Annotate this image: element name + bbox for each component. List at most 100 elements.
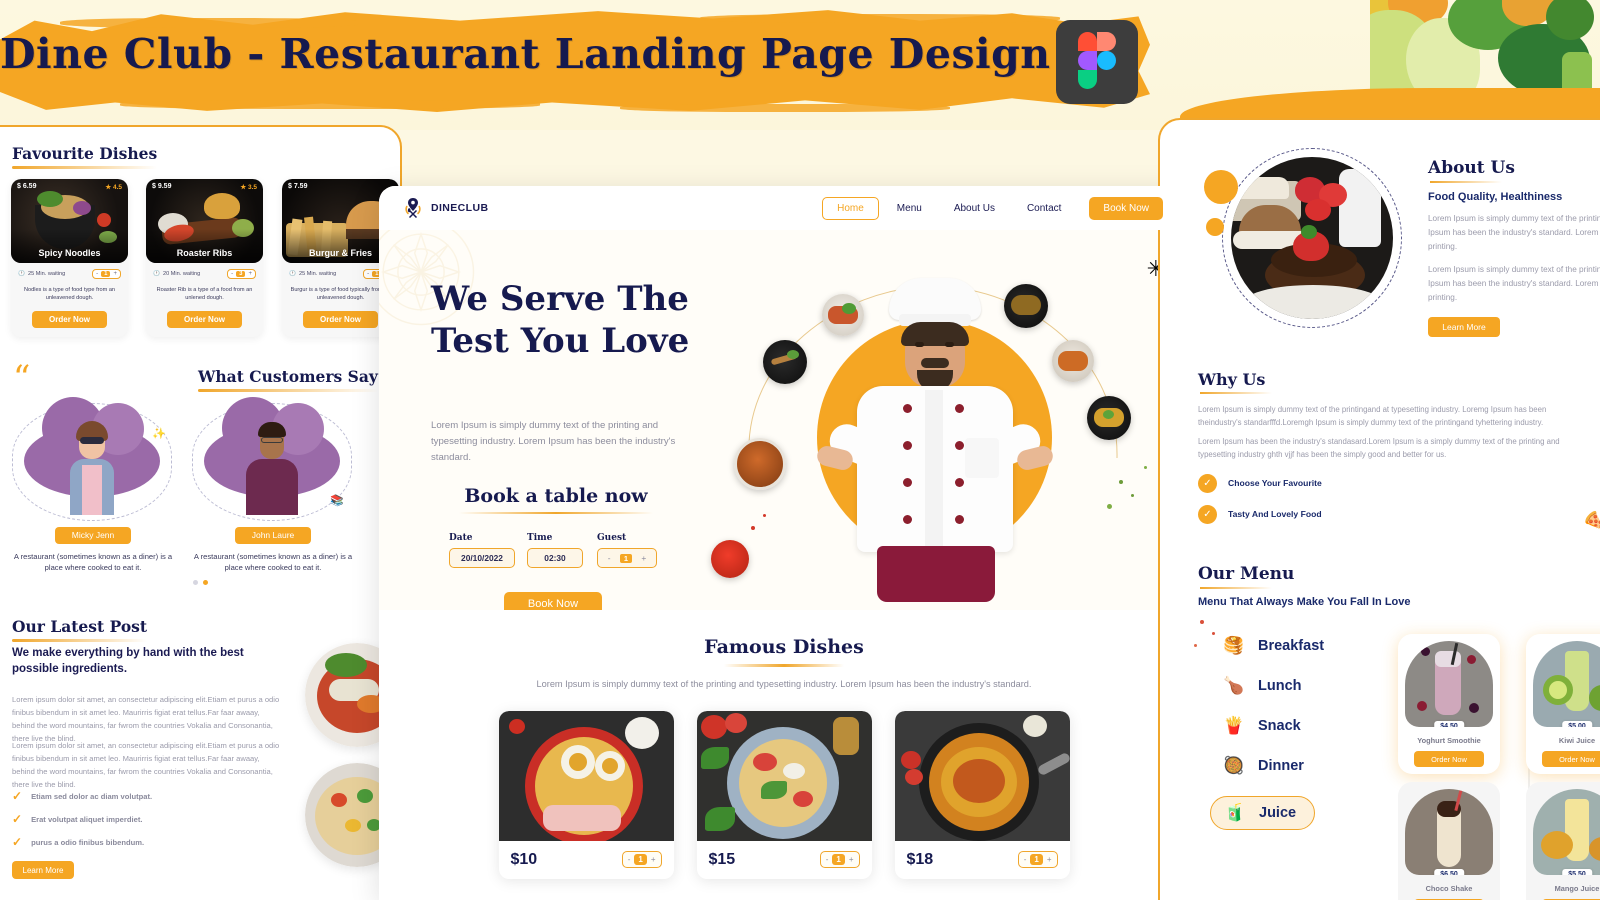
time-input[interactable]: 02:30 — [527, 548, 583, 568]
product-photo: $5.50 — [1533, 789, 1600, 875]
favourite-dish-card[interactable]: $ 6.59 ★ 4.5 Spicy Noodles 🕐 25 Min. wai… — [11, 179, 128, 337]
quantity-stepper[interactable]: - 3 + — [227, 269, 256, 279]
accent-dot — [1206, 218, 1224, 236]
menu-product-card[interactable]: $5.50 Mango Juice Order Now — [1526, 782, 1600, 900]
decrement-button[interactable]: - — [628, 855, 631, 864]
menu-product-card[interactable]: $5.00 Kiwi Juice Order Now — [1526, 634, 1600, 774]
quantity-stepper[interactable]: - 1 + — [819, 851, 860, 869]
famous-dishes-subtitle: Lorem Ipsum is simply dummy text of the … — [536, 679, 1032, 689]
learn-more-button[interactable]: Learn More — [12, 861, 74, 879]
nav-link-about-us[interactable]: About Us — [940, 198, 1009, 219]
menu-item-juice[interactable]: 🧃 Juice — [1210, 796, 1316, 830]
quantity-value: 3 — [236, 271, 246, 277]
decrement-button[interactable]: - — [826, 855, 829, 864]
logo-text: DINECLUB — [431, 202, 489, 214]
product-name: Kiwi Juice — [1558, 736, 1596, 745]
guest-increment-button[interactable]: + — [641, 553, 646, 563]
quantity-stepper[interactable]: - 1 + — [621, 851, 662, 869]
sprinkle — [1200, 620, 1204, 624]
increment-button[interactable]: + — [1047, 855, 1052, 864]
quantity-stepper[interactable]: - 1 + — [1017, 851, 1058, 869]
chef-illustration: ✳ — [689, 248, 1179, 608]
product-price: $4.50 — [1434, 721, 1464, 727]
dish-price: $15 — [708, 850, 736, 868]
logo[interactable]: DINECLUB — [403, 197, 488, 219]
dish-description: Roaster Rib is a type of a food from an … — [156, 287, 253, 302]
why-us-paragraph: Lorem Ipsum is simply dummy text of the … — [1198, 405, 1547, 427]
date-input[interactable]: 20/10/2022 — [449, 548, 515, 568]
increment-button[interactable]: + — [248, 271, 252, 277]
product-price: $5.00 — [1562, 721, 1592, 727]
why-us-paragraph: Lorem Ipsum has been the industry's stan… — [1198, 437, 1560, 459]
nav-book-now-button[interactable]: Book Now — [1089, 196, 1163, 220]
why-us-title: Why Us — [1198, 370, 1273, 394]
figma-logo-icon — [1078, 32, 1097, 51]
decrement-button[interactable]: - — [96, 271, 98, 277]
increment-button[interactable]: + — [849, 855, 854, 864]
about-us-title: About Us — [1428, 158, 1515, 183]
order-now-button[interactable]: Order Now — [32, 310, 107, 328]
time-field-group: Time 02:30 — [527, 533, 583, 568]
latest-post-headline: We make everything by hand with the best… — [12, 647, 244, 676]
product-order-button[interactable]: Order Now — [1414, 751, 1484, 767]
our-menu-block: Our Menu Menu That Always Make You Fall … — [1198, 564, 1528, 608]
brush-streak — [700, 14, 1060, 23]
dish-name: Burgur & Fries — [308, 248, 372, 258]
about-learn-more-button[interactable]: Learn More — [1428, 316, 1500, 337]
food-bowl — [1087, 396, 1131, 440]
famous-dish-card[interactable]: $18 - 1 + — [894, 710, 1070, 879]
dish-photo — [498, 710, 674, 841]
nav-links: Home Menu About Us Contact Book Now — [822, 196, 1163, 220]
sprinkle — [751, 526, 755, 530]
guest-decrement-button[interactable]: - — [608, 553, 611, 563]
date-field-group: Date 20/10/2022 — [449, 533, 515, 568]
decrement-button[interactable]: - — [1024, 855, 1027, 864]
famous-dish-card[interactable]: $10 - 1 + — [498, 710, 674, 879]
nav-link-menu[interactable]: Menu — [883, 198, 936, 219]
order-now-button[interactable]: Order Now — [303, 310, 378, 328]
sprinkle — [1119, 480, 1123, 484]
brush-streak — [120, 100, 540, 109]
breakfast-icon: 🥞 — [1223, 636, 1245, 655]
menu-item-label: Lunch — [1258, 678, 1302, 694]
decrement-button[interactable]: - — [367, 271, 369, 277]
page-title: Dine Club - Restaurant Landing Page Desi… — [0, 30, 1051, 78]
famous-dish-card[interactable]: $15 - 1 + — [696, 710, 872, 879]
decrement-button[interactable]: - — [231, 271, 233, 277]
order-now-button[interactable]: Order Now — [167, 310, 242, 328]
dish-price: $18 — [906, 850, 934, 868]
nav-link-contact[interactable]: Contact — [1013, 198, 1075, 219]
increment-button[interactable]: + — [113, 271, 117, 277]
customer-name-chip[interactable]: Micky Jenn — [55, 527, 131, 544]
carousel-dots[interactable] — [0, 580, 400, 585]
hero-book-now-button[interactable]: Book Now — [504, 592, 602, 610]
dish-price-bar: $15 - 1 + — [697, 841, 872, 879]
about-us-subtitle: Food Quality, Healthiness — [1428, 191, 1563, 203]
rating-value: 3.5 — [247, 184, 257, 191]
dish-meta: 🕐 20 Min. waiting - 3 + — [146, 263, 263, 279]
about-us-paragraph: Lorem Ipsum is simply dummy text of the … — [1428, 264, 1600, 302]
latest-post-paragraph: Lorem ipsum dolor sit amet, an consectet… — [12, 695, 280, 744]
nav-link-home[interactable]: Home — [822, 196, 879, 220]
increment-button[interactable]: + — [651, 855, 656, 864]
carousel-dot[interactable] — [192, 580, 198, 585]
dish-wait-time: 🕐 25 Min. waiting — [289, 271, 336, 277]
rating-value: 4.5 — [112, 184, 122, 191]
customer-name-chip[interactable]: John Laure — [235, 527, 311, 544]
books-icon: 📚 — [330, 495, 344, 507]
accent-dot — [1204, 170, 1238, 204]
dish-price: $ 6.59 — [17, 183, 37, 190]
menu-product-card[interactable]: $4.50 Yoghurt Smoothie Order Now — [1398, 634, 1500, 774]
latest-post-title: Our Latest Post — [12, 617, 148, 642]
dish-price: $ 7.59 — [288, 183, 308, 190]
guest-stepper[interactable]: - 1 + — [597, 548, 657, 568]
latest-post-checklist: ✓ Etiam sed dolor ac diam volutpat. ✓ Er… — [12, 779, 152, 879]
favourite-dish-card[interactable]: $ 9.59 ★ 3.5 Roaster Ribs 🕐 20 Min. wait… — [146, 179, 263, 337]
quantity-stepper[interactable]: - 1 + — [92, 269, 121, 279]
dish-price-bar: $18 - 1 + — [895, 841, 1070, 879]
menu-product-card[interactable]: $6.50 Choco Shake Order Now — [1398, 782, 1500, 900]
sparkle-icon: ✨ — [152, 428, 166, 440]
carousel-dot-active[interactable] — [202, 580, 208, 585]
title-underline — [724, 664, 844, 667]
product-order-button[interactable]: Order Now — [1542, 751, 1600, 767]
